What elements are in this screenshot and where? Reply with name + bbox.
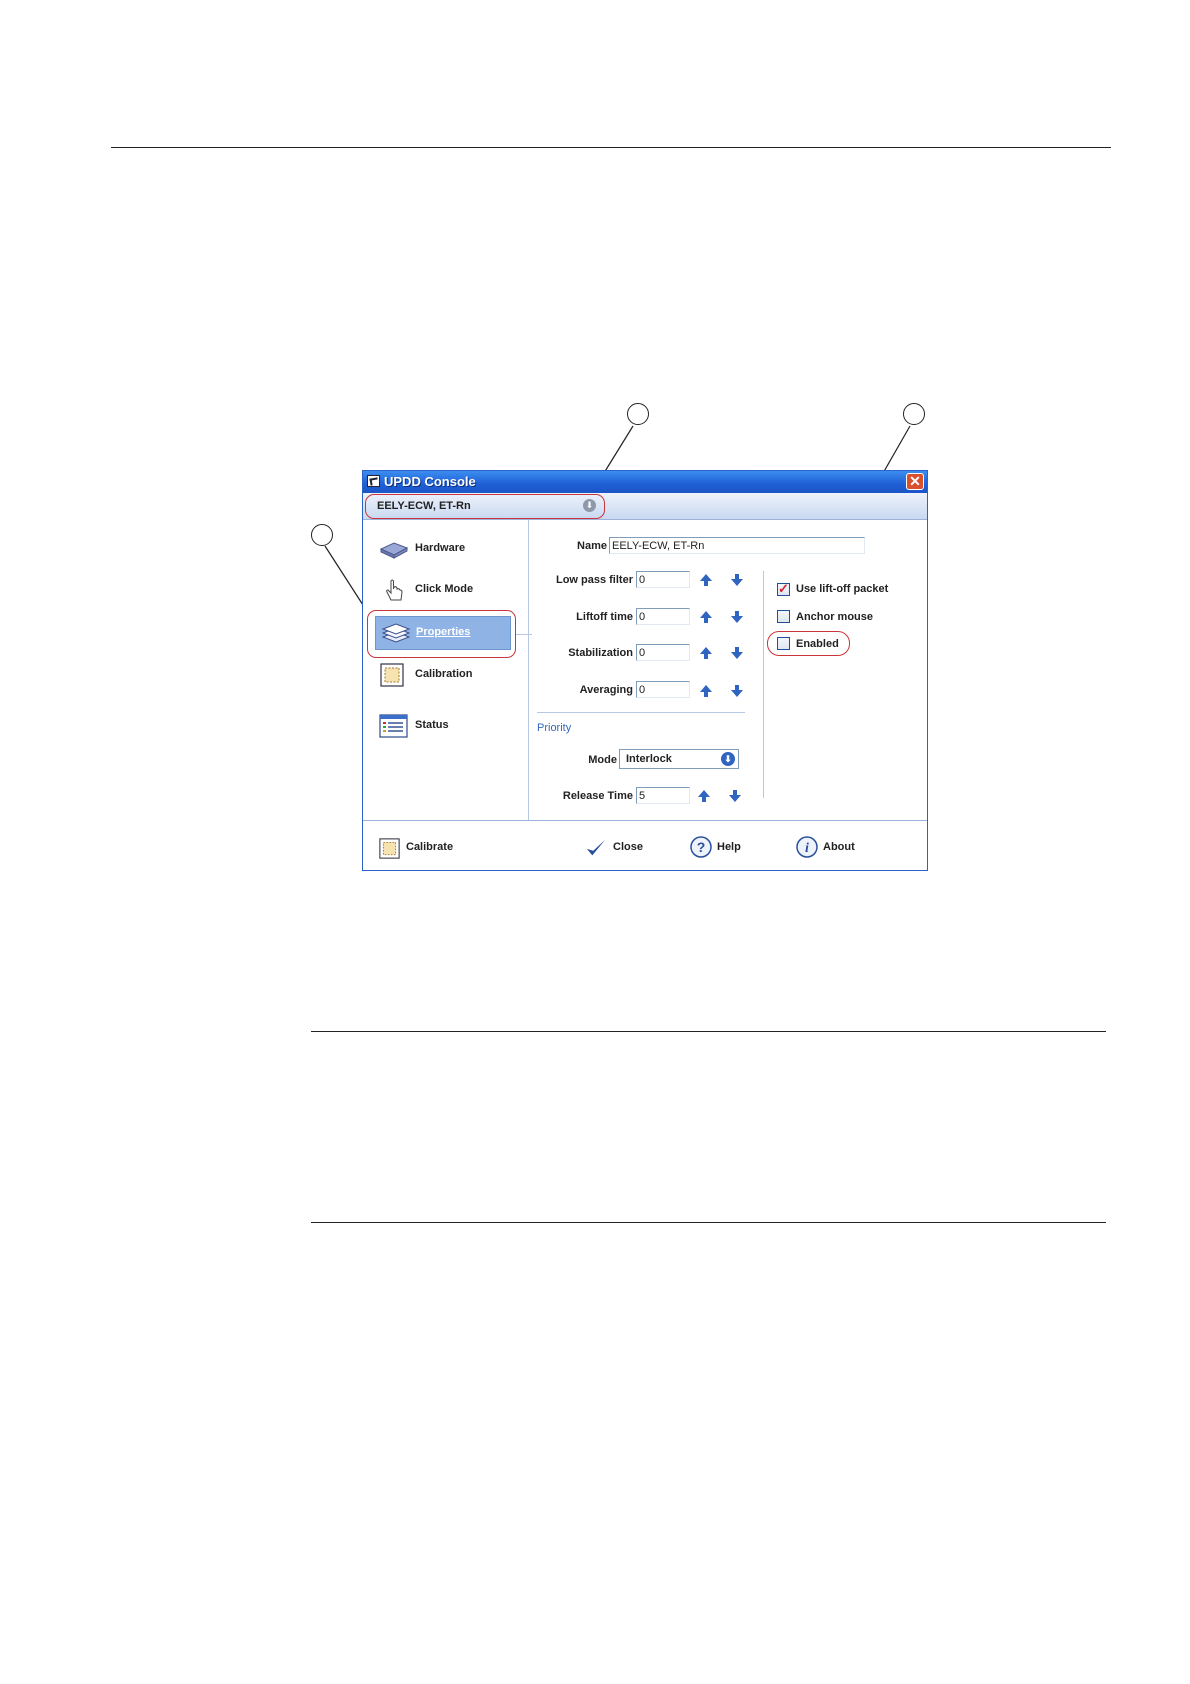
callout-marker-1 [311,524,333,546]
low-pass-down-arrow-icon[interactable] [730,573,744,587]
calibrate-icon [379,838,400,859]
name-input[interactable] [609,537,865,554]
sidebar-item-label: Click Mode [415,583,474,595]
use-liftoff-label: Use lift-off packet [796,583,889,595]
sidebar-item-label: Status [415,719,449,731]
anchor-mouse-checkbox[interactable] [777,610,790,623]
window-title: UPDD Console [384,474,476,489]
averaging-input[interactable] [636,681,690,698]
release-up-arrow-icon[interactable] [697,789,711,803]
window-close-button[interactable]: ✕ [906,473,924,490]
mode-dropdown-icon[interactable]: ⬇ [721,752,735,766]
about-label: About [823,841,855,853]
calibrate-button[interactable]: Calibrate [379,836,479,860]
calibrate-label: Calibrate [406,841,454,853]
sidebar-item-status[interactable]: Status [379,712,517,740]
checkmark-icon [586,839,606,856]
priority-divider [537,712,745,713]
close-label: Close [613,841,643,853]
release-time-label: Release Time [562,790,633,802]
options-divider [763,571,764,798]
svg-text:i: i [805,841,809,856]
averaging-up-arrow-icon[interactable] [699,684,713,698]
close-button[interactable]: Close [585,836,655,860]
liftoff-time-label: Liftoff time [576,611,633,623]
anchor-mouse-label: Anchor mouse [796,611,874,623]
averaging-down-arrow-icon[interactable] [730,684,744,698]
footer-bar: Calibrate Close ? Help i About [363,820,927,871]
use-liftoff-checkbox[interactable] [777,581,790,597]
title-bar[interactable]: UPDD Console ✕ [363,471,927,493]
properties-connector [516,634,532,635]
hand-pointer-icon [386,579,403,601]
app-icon [367,475,380,487]
calibration-icon [380,663,404,687]
sidebar-item-click-mode[interactable]: Click Mode [379,576,517,604]
info-icon: i [796,836,818,858]
release-time-input[interactable] [636,787,690,804]
mode-select-value: Interlock [626,753,672,765]
help-button[interactable]: ? Help [689,836,759,860]
mode-select[interactable]: Interlock ⬇ [619,749,739,769]
stabilization-up-arrow-icon[interactable] [699,646,713,660]
release-down-arrow-icon[interactable] [728,789,742,803]
liftoff-down-arrow-icon[interactable] [730,610,744,624]
help-icon: ? [690,836,712,858]
properties-highlight [367,610,516,658]
low-pass-filter-input[interactable] [636,571,690,588]
mode-label: Mode [588,754,617,766]
updd-console-window: UPDD Console ✕ EELY-ECW, ET-Rn ⬇ Hardwar… [362,470,928,871]
liftoff-up-arrow-icon[interactable] [699,610,713,624]
svg-text:?: ? [697,839,706,855]
averaging-label: Averaging [579,684,633,696]
callout-marker-3 [903,403,925,425]
enabled-highlight [767,631,850,656]
status-list-icon [379,714,408,738]
stabilization-label: Stabilization [568,647,633,659]
callout-marker-2 [627,403,649,425]
sidebar-item-hardware[interactable]: Hardware [379,535,517,563]
note-rule-bottom [311,1222,1106,1223]
about-button[interactable]: i About [795,836,865,860]
stabilization-down-arrow-icon[interactable] [730,646,744,660]
device-highlight [365,494,605,519]
hardware-icon [379,542,409,559]
priority-heading: Priority [537,722,572,734]
help-label: Help [717,841,741,853]
sidebar-item-calibration[interactable]: Calibration [379,661,517,689]
header-rule [111,147,1111,148]
stabilization-input[interactable] [636,644,690,661]
low-pass-filter-label: Low pass filter [555,574,633,586]
low-pass-up-arrow-icon[interactable] [699,573,713,587]
name-label: Name [577,540,607,552]
sidebar-item-label: Calibration [415,668,473,680]
liftoff-time-input[interactable] [636,608,690,625]
note-rule-top [311,1031,1106,1032]
sidebar: Hardware Click Mode Properties Calibrati… [363,520,529,820]
sidebar-item-label: Hardware [415,542,466,554]
